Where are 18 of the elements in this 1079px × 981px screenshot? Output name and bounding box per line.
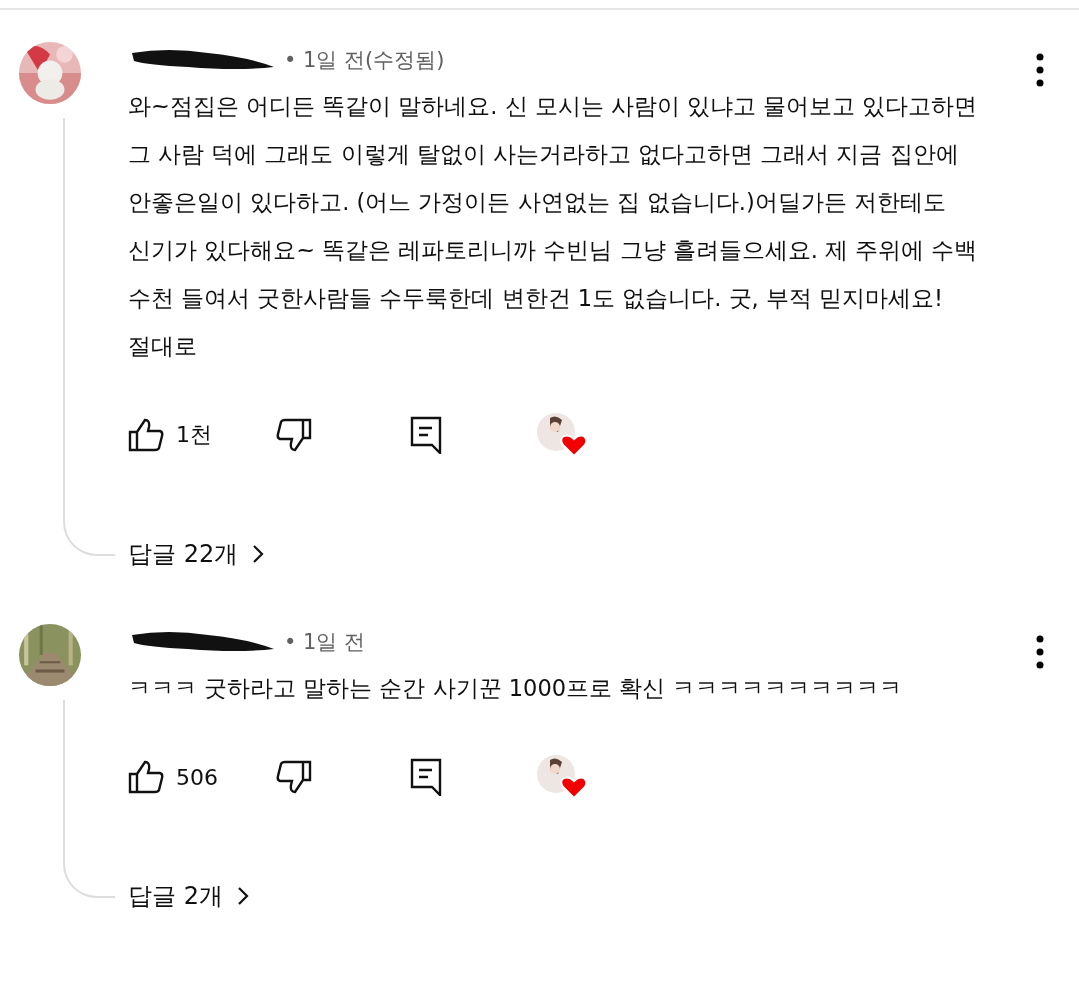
comment-text: ㅋㅋㅋ 굿하라고 말하는 순간 사기꾼 1000프로 확신 ㅋㅋㅋㅋㅋㅋㅋㅋㅋㅋ	[128, 674, 904, 703]
more-icon[interactable]	[1035, 52, 1045, 88]
like-button[interactable]: 1천	[128, 418, 276, 452]
comment-icon	[410, 416, 442, 454]
thumbs-down-icon	[276, 760, 312, 794]
chevron-right-icon	[252, 544, 265, 564]
comment-icon	[410, 758, 442, 796]
replies-link[interactable]: 답글 2개	[128, 880, 1009, 912]
replies-link[interactable]: 답글 22개	[128, 538, 1009, 570]
thumbs-up-icon	[128, 760, 164, 794]
thumbs-up-icon	[128, 418, 164, 452]
like-button[interactable]: 506	[128, 760, 276, 794]
thumbs-down-icon	[276, 418, 312, 452]
chevron-right-icon	[236, 886, 249, 906]
comment-meta: • 1일 전(수정됨)	[284, 47, 445, 74]
comment-meta: • 1일 전	[284, 629, 366, 656]
more-icon[interactable]	[1035, 634, 1045, 670]
comment-text: 와~점집은 어디든 똑같이 말하네요. 신 모시는 사람이 있냐고 물어보고 있다고하면 그 사람 덕에 그래도 이렇게 탈없이 사는거라하고 없다고하면 그래서 지금 집안에 안좋은일이 있다하고. (어느 가정이든 사연없는 집 없습니다.)어딜가든 저한테도 신기가 있다해요~ 똑같은 레파토리니까 수빈님 그냥 흘려들으세요. 제 주위에 수백 수천 들여서 굿한사람들 수두룩한데 변한건 1도 없습니다. 굿, 부적 믿지마세요! 절대로	[128, 92, 979, 361]
